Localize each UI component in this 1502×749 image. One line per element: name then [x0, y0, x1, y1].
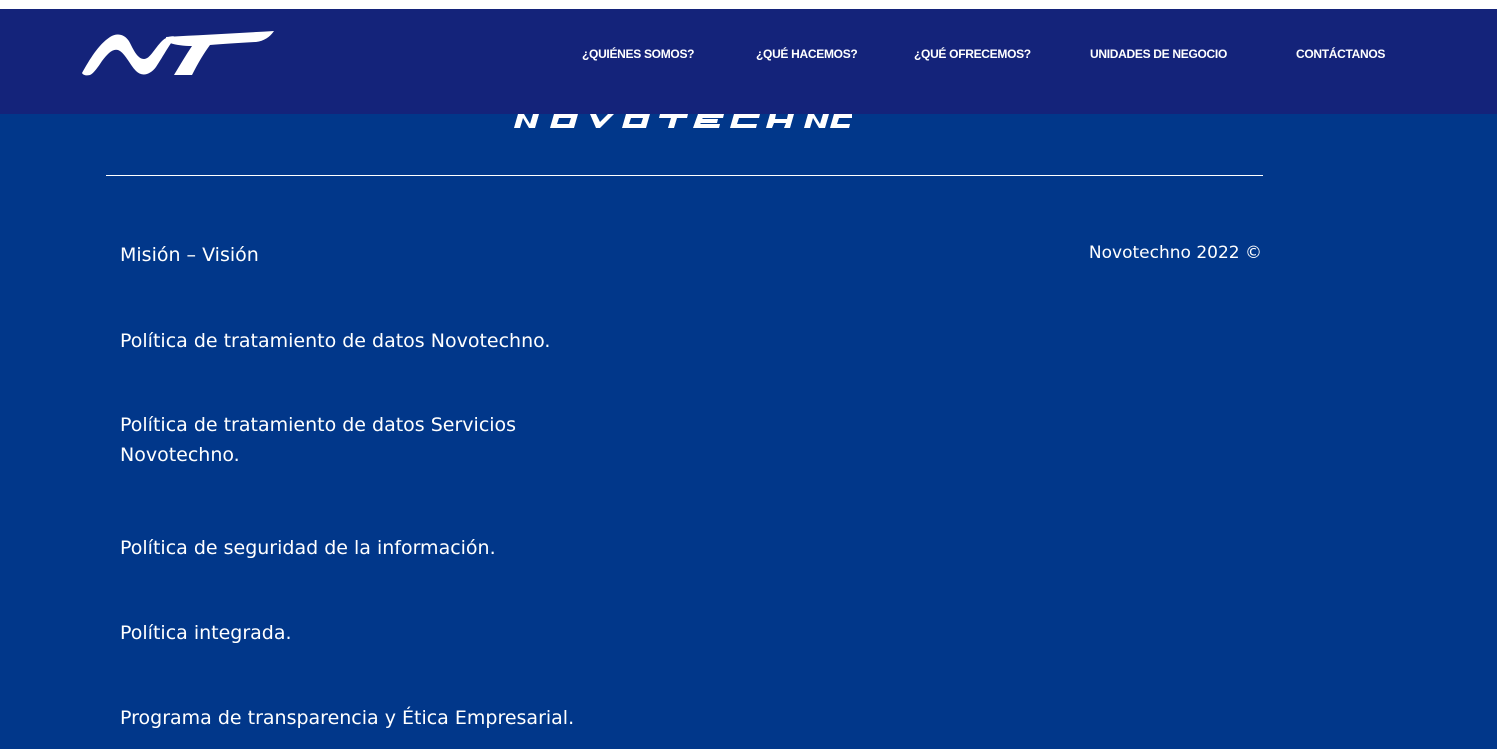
footer-link-politica-datos[interactable]: Política de tratamiento de datos Novotec…	[120, 326, 640, 356]
nav-unidades-negocio[interactable]: UNIDADES DE NEGOCIO	[1090, 47, 1227, 61]
footer-link-transparencia-etica[interactable]: Programa de transparencia y Ética Empres…	[120, 703, 640, 733]
nav-quienes-somos[interactable]: ¿QUIÉNES SOMOS?	[582, 47, 694, 61]
footer-link-politica-integrada[interactable]: Política integrada.	[120, 618, 640, 648]
site-header: ¿QUIÉNES SOMOS? ¿QUÉ HACEMOS? ¿QUÉ OFREC…	[0, 9, 1497, 114]
nt-logo-graphic	[82, 31, 274, 76]
footer-link-seguridad-informacion[interactable]: Política de seguridad de la información.	[120, 533, 640, 563]
nt-logo-icon[interactable]	[80, 29, 275, 84]
top-strip	[0, 0, 1497, 9]
page: Misión – Visión Política de tratamiento …	[0, 0, 1502, 749]
footer-link-politica-datos-servicios[interactable]: Política de tratamiento de datos Servici…	[120, 410, 640, 470]
copyright-text: Novotechno 2022 ©	[1088, 243, 1262, 263]
brand-wordmark	[512, 114, 852, 130]
brand-wordmark-graphic	[514, 114, 852, 128]
nav-que-ofrecemos[interactable]: ¿QUÉ OFRECEMOS?	[914, 47, 1031, 61]
nav-que-hacemos[interactable]: ¿QUÉ HACEMOS?	[756, 47, 858, 61]
footer-link-mision-vision[interactable]: Misión – Visión	[120, 240, 640, 270]
footer-divider	[106, 175, 1263, 176]
nav-contactanos[interactable]: CONTÁCTANOS	[1296, 47, 1385, 61]
